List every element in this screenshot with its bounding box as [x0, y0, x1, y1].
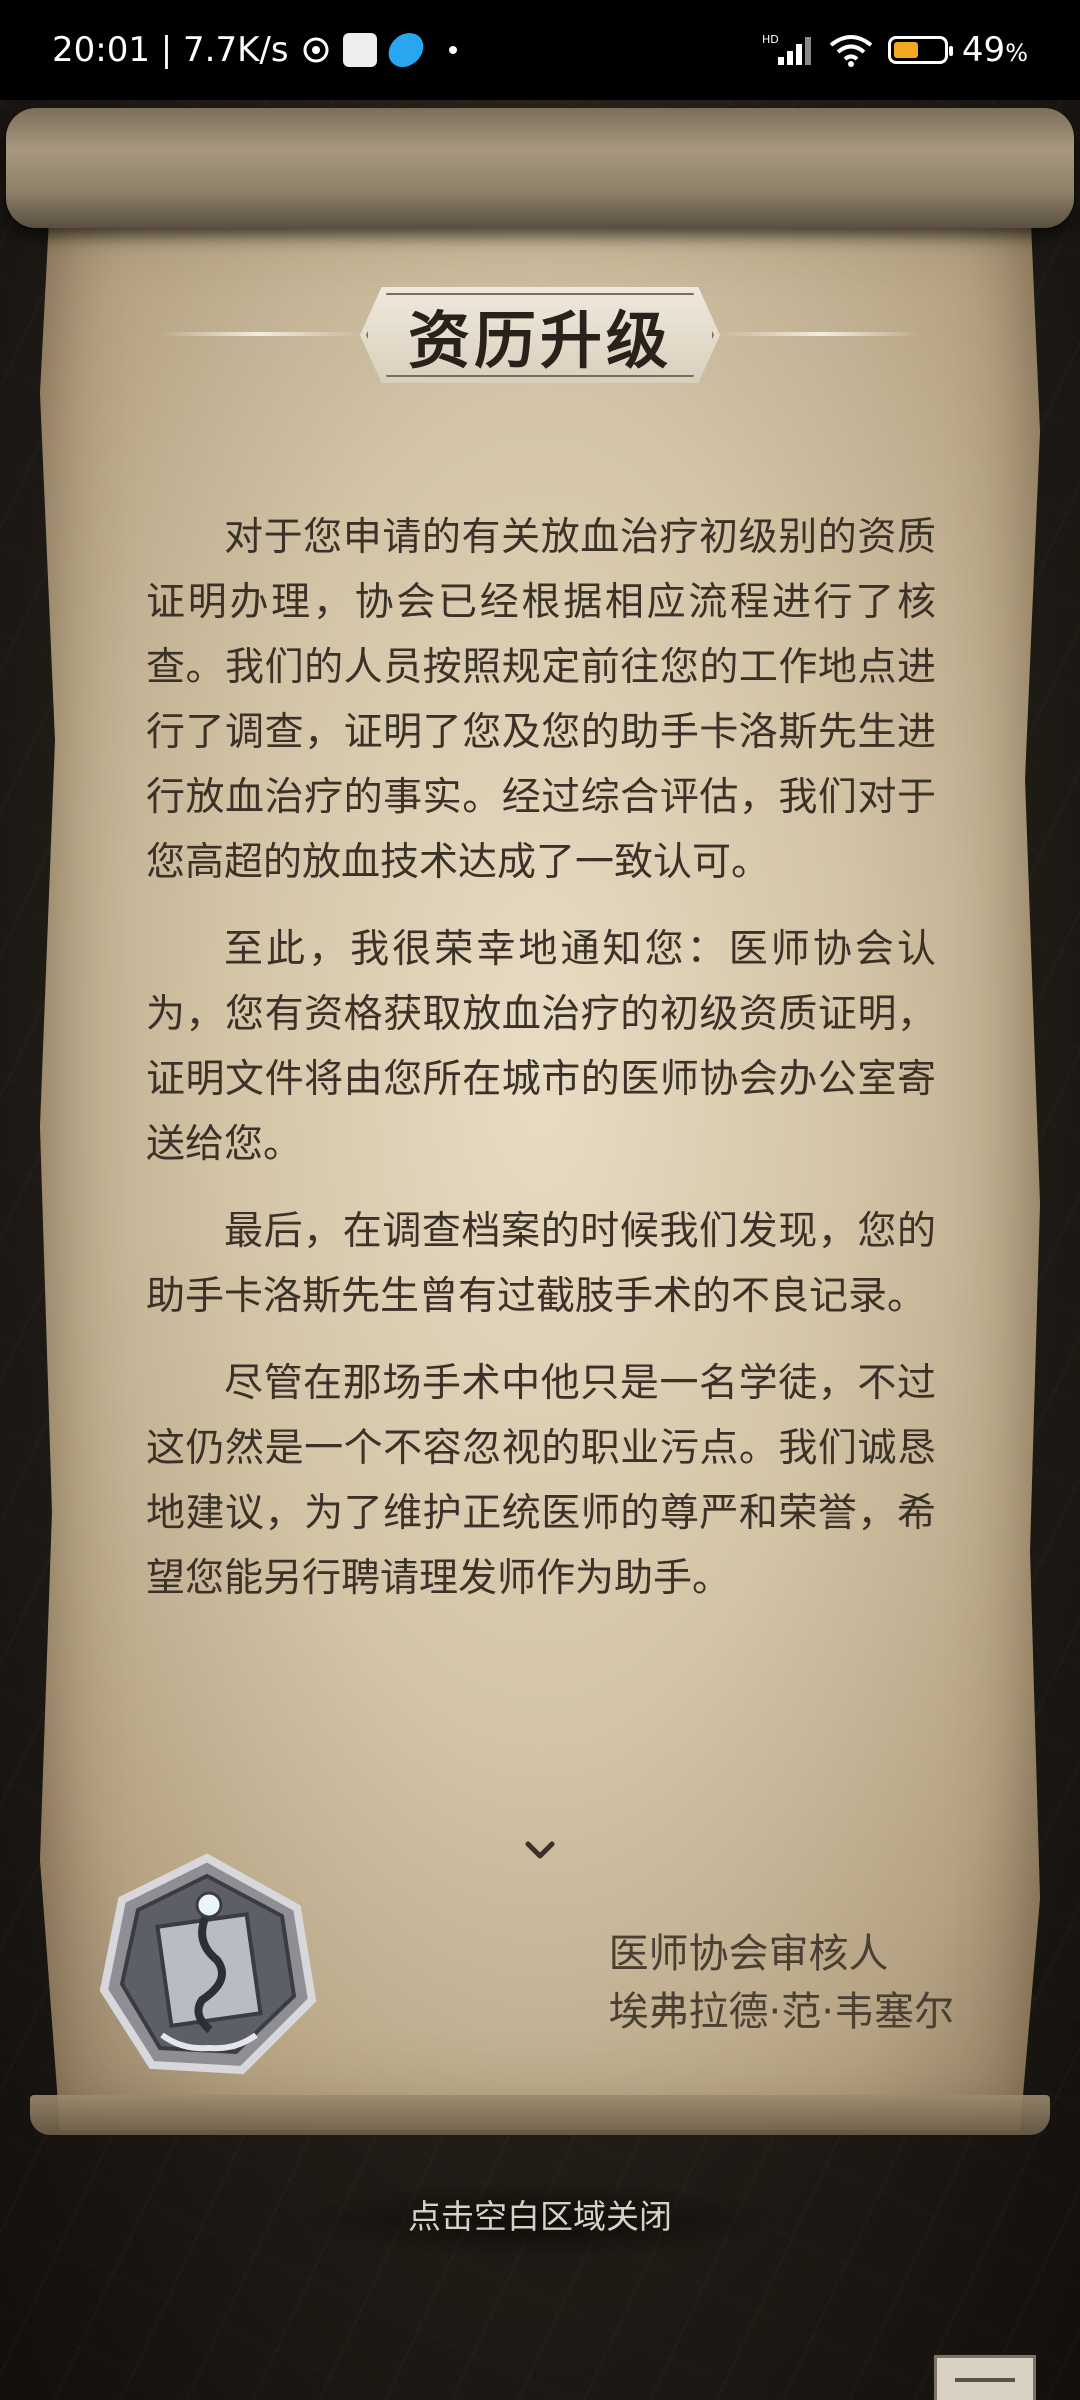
- wifi-icon: [829, 35, 873, 67]
- letter-paragraph: 最后，在调查档案的时候我们发现，您的助手卡洛斯先生曾有过截肢手术的不良记录。: [146, 1209, 936, 1319]
- signature: 医师协会审核人 埃弗拉德·范·韦塞尔: [609, 1925, 954, 2041]
- title-plate: 资历升级: [360, 287, 720, 383]
- chevron-down-icon[interactable]: [522, 1832, 558, 1868]
- sync-icon: [303, 37, 329, 63]
- title-banner: 资历升级: [160, 280, 920, 390]
- signature-role: 医师协会审核人: [608, 1931, 889, 1977]
- status-time-speed: 20:01 | 7.7K/s: [52, 30, 289, 70]
- notebook-icon[interactable]: [934, 2355, 1036, 2400]
- browser-notification-icon: [384, 33, 427, 67]
- status-bar: 20:01 | 7.7K/s HD 49%: [0, 0, 1080, 100]
- signal-icon: HD: [762, 33, 811, 65]
- more-notifications-dot-icon: [448, 46, 457, 54]
- signature-name: 埃弗拉德·范·韦塞尔: [608, 1989, 954, 2035]
- letter-body: 对于您申请的有关放血治疗初级别的资质证明办理，协会已经根据相应流程进行了核查。我…: [146, 505, 936, 1633]
- battery-percent: 49%: [961, 30, 1028, 70]
- physician-guild-badge-icon: [99, 1853, 317, 2075]
- scroll-bottom-edge: [30, 2095, 1050, 2135]
- hd-label: HD: [762, 33, 779, 46]
- battery-level-fill: [893, 42, 918, 58]
- letter-paragraph: 至此，我很荣幸地通知您：医师协会认为，您有资格获取放血治疗的初级资质证明，证明文…: [146, 927, 936, 1167]
- flourish-right-icon: [720, 332, 920, 336]
- letter-title: 资历升级: [407, 304, 672, 377]
- scroll-top-roll: [6, 108, 1074, 228]
- close-hint[interactable]: 点击空白区域关闭: [0, 2190, 1080, 2238]
- screen: 20:01 | 7.7K/s HD 49% 资历升级 对于您申请的有关放血治疗初…: [0, 0, 1080, 2400]
- app-notification-icon: [342, 33, 377, 67]
- letter-paragraph: 对于您申请的有关放血治疗初级别的资质证明办理，协会已经根据相应流程进行了核查。我…: [146, 515, 936, 885]
- dismiss-area[interactable]: [0, 2140, 1080, 2400]
- battery-icon: [887, 36, 953, 64]
- letter-paragraph: 尽管在那场手术中他只是一名学徒，不过这仍然是一个不容忽视的职业污点。我们诚恳地建…: [146, 1361, 936, 1601]
- flourish-left-icon: [160, 332, 360, 336]
